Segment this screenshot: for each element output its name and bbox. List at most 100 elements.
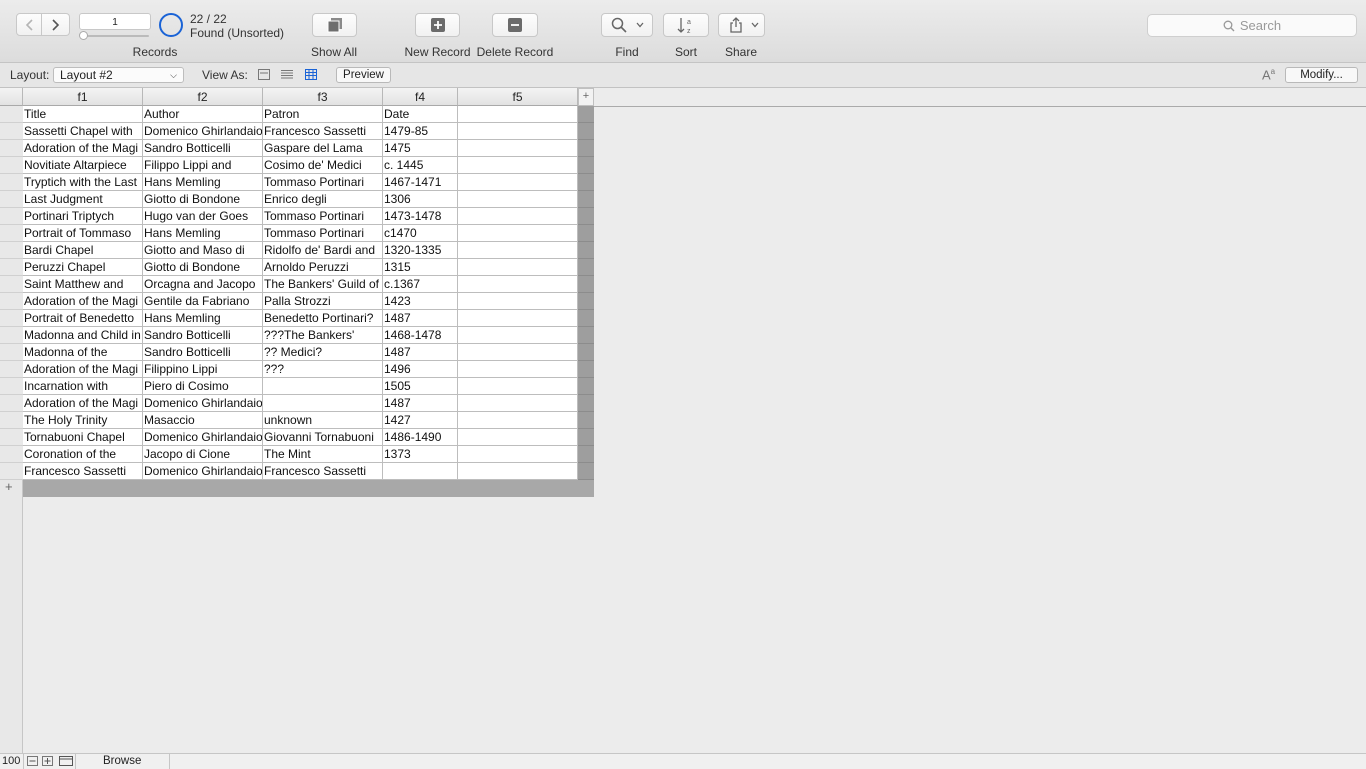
table-cell-f1[interactable]: Novitiate Altarpiece [23,157,143,174]
table-cell-f2[interactable]: Author [143,106,263,123]
table-cell-f3[interactable]: Patron [263,106,383,123]
table-cell-f2[interactable]: Hugo van der Goes [143,208,263,225]
delete-record-button[interactable] [492,13,538,37]
table-cell-f3[interactable]: The Bankers' Guild of [263,276,383,293]
table-cell-f1[interactable]: Tryptich with the Last [23,174,143,191]
table-cell-f4[interactable]: c1470 [383,225,458,242]
row-selector[interactable] [0,276,23,293]
record-number-input[interactable]: 1 [79,13,151,30]
table-cell-f4[interactable]: 1473-1478 [383,208,458,225]
table-cell-f4[interactable]: c.1367 [383,276,458,293]
table-cell-f2[interactable]: Domenico Ghirlandaio [143,463,263,480]
row-selector[interactable] [0,344,23,361]
table-cell-f4[interactable]: 1306 [383,191,458,208]
table-cell-f2[interactable]: Gentile da Fabriano [143,293,263,310]
table-cell-f3[interactable]: Francesco Sassetti [263,463,383,480]
table-cell-f2[interactable]: Filippino Lippi [143,361,263,378]
table-cell-f5[interactable] [458,174,578,191]
table-cell-f5[interactable] [458,140,578,157]
row-selector[interactable] [0,293,23,310]
table-cell-f5[interactable] [458,327,578,344]
table-cell-f5[interactable] [458,463,578,480]
row-selector[interactable] [0,463,23,480]
table-cell-f4[interactable]: 1320-1335 [383,242,458,259]
table-cell-f1[interactable]: Portrait of Benedetto [23,310,143,327]
table-cell-f5[interactable] [458,395,578,412]
table-cell-f5[interactable] [458,310,578,327]
column-header-f2[interactable]: f2 [143,88,263,106]
table-cell-f5[interactable] [458,259,578,276]
table-cell-f5[interactable] [458,276,578,293]
table-cell-f2[interactable]: Filippo Lippi and [143,157,263,174]
table-cell-f3[interactable] [263,378,383,395]
table-cell-f4[interactable]: 1315 [383,259,458,276]
table-cell-f3[interactable]: unknown [263,412,383,429]
table-cell-f3[interactable]: Gaspare del Lama [263,140,383,157]
table-cell-f5[interactable] [458,208,578,225]
table-cell-f4[interactable]: 1373 [383,446,458,463]
add-row-icon[interactable]: + [5,479,13,494]
table-cell-f3[interactable]: Tommaso Portinari [263,174,383,191]
row-selector[interactable] [0,157,23,174]
table-cell-f3[interactable] [263,395,383,412]
table-cell-f1[interactable]: Madonna and Child in [23,327,143,344]
row-selector[interactable] [0,429,23,446]
row-selector[interactable] [0,242,23,259]
table-cell-f2[interactable]: Domenico Ghirlandaio [143,123,263,140]
table-cell-f4[interactable]: 1487 [383,344,458,361]
table-cell-f1[interactable]: Coronation of the [23,446,143,463]
table-cell-f2[interactable]: Masaccio [143,412,263,429]
table-cell-f4[interactable]: 1487 [383,395,458,412]
row-selector[interactable] [0,225,23,242]
table-cell-f2[interactable]: Domenico Ghirlandaio [143,429,263,446]
mode-indicator[interactable]: Browse [103,755,141,767]
table-cell-f3[interactable]: Tommaso Portinari [263,225,383,242]
table-cell-f2[interactable]: Sandro Botticelli [143,344,263,361]
table-cell-f4[interactable]: c. 1445 [383,157,458,174]
table-cell-f1[interactable]: Title [23,106,143,123]
table-cell-f1[interactable]: Tornabuoni Chapel [23,429,143,446]
row-selector[interactable] [0,106,23,123]
sort-button[interactable]: az [663,13,709,37]
row-selector[interactable] [0,412,23,429]
table-cell-f2[interactable]: Orcagna and Jacopo [143,276,263,293]
table-cell-f1[interactable]: Bardi Chapel [23,242,143,259]
table-cell-f2[interactable]: Jacopo di Cione [143,446,263,463]
next-record-button[interactable] [42,13,70,36]
table-cell-f5[interactable] [458,191,578,208]
table-cell-f3[interactable]: Francesco Sassetti [263,123,383,140]
table-cell-f1[interactable]: Incarnation with [23,378,143,395]
table-cell-f4[interactable]: 1427 [383,412,458,429]
table-cell-f4[interactable] [383,463,458,480]
table-cell-f4[interactable]: 1486-1490 [383,429,458,446]
previous-record-button[interactable] [16,13,42,36]
table-cell-f3[interactable]: Palla Strozzi [263,293,383,310]
table-cell-f1[interactable]: Portrait of Tommaso [23,225,143,242]
row-selector[interactable] [0,361,23,378]
modify-button[interactable]: Modify... [1285,67,1358,83]
record-slider-track[interactable] [81,35,149,37]
row-selector[interactable] [0,140,23,157]
table-cell-f4[interactable]: 1505 [383,378,458,395]
form-view-icon[interactable] [258,69,270,80]
table-cell-f4[interactable]: 1423 [383,293,458,310]
table-cell-f1[interactable]: Last Judgment [23,191,143,208]
share-button[interactable] [718,13,765,37]
row-selector[interactable] [0,191,23,208]
table-cell-f2[interactable]: Hans Memling [143,225,263,242]
table-cell-f2[interactable]: Hans Memling [143,174,263,191]
show-all-button[interactable] [312,13,357,37]
table-cell-f1[interactable]: The Holy Trinity [23,412,143,429]
table-cell-f3[interactable]: ??? [263,361,383,378]
table-cell-f5[interactable] [458,106,578,123]
status-toolbar-toggle-icon[interactable] [59,756,73,766]
table-cell-f1[interactable]: Adoration of the Magi [23,361,143,378]
table-cell-f3[interactable]: Enrico degli [263,191,383,208]
record-slider-handle[interactable] [79,31,88,40]
table-cell-f3[interactable]: Tommaso Portinari [263,208,383,225]
table-cell-f1[interactable]: Portinari Triptych [23,208,143,225]
table-cell-f3[interactable]: ???The Bankers' [263,327,383,344]
table-cell-f1[interactable]: Madonna of the [23,344,143,361]
row-selector[interactable] [0,123,23,140]
table-cell-f2[interactable]: Hans Memling [143,310,263,327]
